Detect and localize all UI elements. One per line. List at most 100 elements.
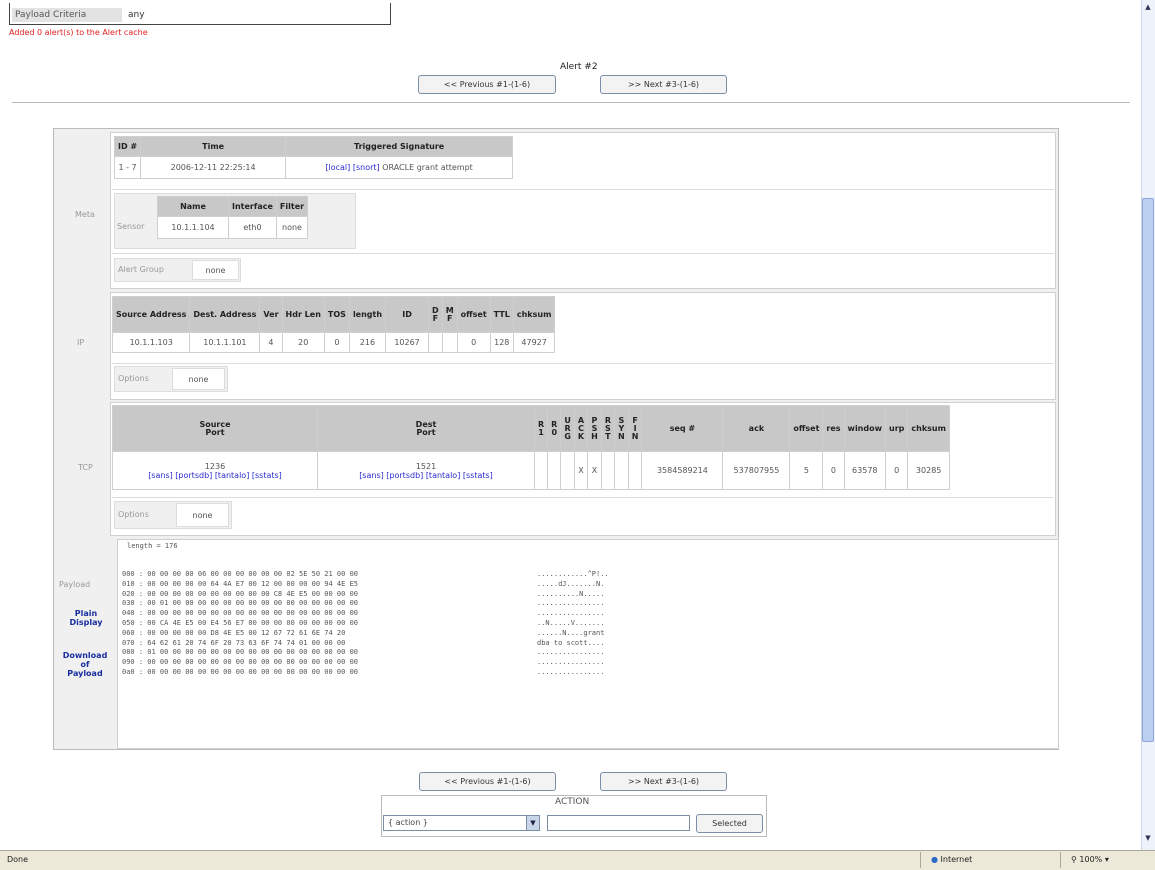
ip-ver: 4 [259, 332, 283, 353]
tcp-header-source-port: Source Port [112, 405, 318, 452]
tcp-header-ack: ack [722, 405, 791, 452]
ip-dest-address[interactable]: 10.1.1.101 [189, 332, 261, 353]
sensor-table: Name Interface Filter 10.1.1.104 eth0 no… [157, 196, 309, 239]
payload-hex-dump: 000 : 00 00 00 00 06 00 00 00 00 00 00 0… [122, 570, 359, 676]
zoom-level[interactable]: ⚲ 100% ▾ [1060, 852, 1155, 868]
tcp-header-seq: seq # [641, 405, 724, 452]
signature-local-link[interactable]: [local] [325, 163, 350, 172]
ip-header-offset: offset [456, 296, 491, 333]
selected-button[interactable]: Selected [696, 814, 763, 833]
tcp-offset: 5 [789, 451, 824, 490]
ip-chksum: 47927 [512, 332, 556, 353]
tcp-header-res: res [822, 405, 845, 452]
ip-table: Source Address Dest. Address Ver Hdr Len… [111, 296, 556, 353]
sensor-header-name: Name [157, 196, 229, 217]
ip-header-chksum: chksum [512, 296, 556, 333]
tcp-header-urg: URG [560, 405, 575, 452]
divider [112, 189, 1054, 190]
meta-time: 2006-12-11 22:25:14 [140, 156, 287, 179]
tcp-label: TCP [78, 463, 93, 472]
tcp-options-label: Options [118, 510, 149, 519]
previous-alert-button-top[interactable]: << Previous #1-(1-6) [418, 75, 556, 94]
tcp-header-window: window [843, 405, 887, 452]
tcp-flag-psh: X [587, 451, 602, 490]
download-payload-link[interactable]: Download of Payload [55, 651, 115, 678]
src-port-tantalo-link[interactable]: [tantalo] [215, 471, 250, 480]
src-port-portsdb-link[interactable]: [portsdb] [175, 471, 212, 480]
tcp-window: 63578 [843, 451, 887, 490]
meta-id: 1 - 7 [113, 156, 142, 179]
security-zone: ● Internet [920, 852, 1040, 868]
ip-tos: 0 [323, 332, 350, 353]
dst-port-tantalo-link[interactable]: [tantalo] [426, 471, 461, 480]
ip-source-address[interactable]: 10.1.1.103 [111, 332, 191, 353]
previous-alert-button-bottom[interactable]: << Previous #1-(1-6) [419, 772, 556, 791]
tcp-source-port: 1236 [204, 461, 226, 471]
divider [112, 363, 1054, 364]
tcp-header-r1: R1 [533, 405, 549, 452]
tcp-dest-port: 1521 [415, 461, 437, 471]
scrollbar-thumb[interactable] [1142, 198, 1154, 742]
sensor-header-filter: Filter [275, 196, 309, 217]
criteria-label: Payload Criteria [12, 8, 122, 22]
sensor-label: Sensor [117, 222, 145, 231]
sensor-name: 10.1.1.104 [157, 216, 229, 239]
divider [12, 102, 1130, 103]
dst-port-sstats-link[interactable]: [sstats] [463, 471, 493, 480]
tcp-flag-ack: X [573, 451, 589, 490]
alert-title: Alert #2 [560, 62, 598, 72]
ip-header-ver: Ver [259, 296, 283, 333]
meta-header-id: ID # [113, 136, 142, 157]
meta-header-time: Time [140, 136, 287, 157]
chevron-down-icon: ▾ [1104, 855, 1109, 864]
next-alert-button-bottom[interactable]: >> Next #3-(1-6) [600, 772, 727, 791]
tcp-dest-port-cell: 1521 [sans] [portsdb] [tantalo] [sstats] [317, 451, 535, 490]
next-alert-button-top[interactable]: >> Next #3-(1-6) [600, 75, 727, 94]
scroll-up-icon[interactable]: ▲ [1142, 3, 1154, 17]
scroll-down-icon[interactable]: ▼ [1142, 834, 1154, 848]
ip-mf [441, 332, 458, 353]
sensor-header-interface: Interface [228, 196, 277, 217]
meta-signature: [local] [snort] ORACLE grant attempt [285, 156, 514, 179]
tcp-flag-r0 [547, 451, 562, 490]
tcp-flag-urg [560, 451, 575, 490]
tcp-header-psh: PSH [587, 405, 602, 452]
divider [112, 497, 1054, 498]
plain-display-link[interactable]: Plain Display [58, 609, 114, 627]
signature-snort-link[interactable]: [snort] [353, 163, 380, 172]
payload-length: length = 176 [127, 542, 178, 550]
magnifier-icon: ⚲ [1071, 855, 1077, 864]
tcp-options-value: none [176, 503, 229, 527]
tcp-header-offset: offset [789, 405, 824, 452]
globe-icon: ● [931, 855, 938, 864]
ip-df [428, 332, 443, 353]
ip-header-hdrlen: Hdr Len [281, 296, 325, 333]
action-title: ACTION [555, 797, 590, 807]
payload-label: Payload [59, 580, 91, 589]
ip-header-length: length [348, 296, 387, 333]
ip-header-tos: TOS [323, 296, 350, 333]
divider [112, 253, 1054, 254]
action-select[interactable]: { action } [383, 815, 540, 831]
ip-label: IP [77, 338, 85, 347]
ip-header-id: ID [385, 296, 430, 333]
added-alerts-message: Added 0 alert(s) to the Alert cache [9, 28, 148, 37]
dst-port-portsdb-link[interactable]: [portsdb] [386, 471, 423, 480]
tcp-flag-rst [600, 451, 616, 490]
tcp-header-ack-flag: ACK [573, 405, 589, 452]
signature-text: ORACLE grant attempt [382, 163, 473, 172]
action-input[interactable] [547, 815, 690, 831]
src-port-sans-link[interactable]: [sans] [148, 471, 173, 480]
meta-header-signature: Triggered Signature [285, 136, 514, 157]
src-port-sstats-link[interactable]: [sstats] [252, 471, 282, 480]
alert-group-label: Alert Group [118, 265, 164, 274]
dst-port-sans-link[interactable]: [sans] [359, 471, 384, 480]
tcp-header-urp: urp [884, 405, 909, 452]
ip-options-label: Options [118, 374, 149, 383]
alert-group-value: none [192, 260, 239, 280]
chevron-down-icon[interactable]: ▼ [526, 815, 540, 831]
tcp-header-dest-port: Dest Port [317, 405, 535, 452]
ip-header-df: DF [428, 296, 443, 333]
payload-ascii-dump: ............^P!.. .....dJ.......N. .....… [537, 570, 609, 676]
ip-header-mf: MF [441, 296, 458, 333]
